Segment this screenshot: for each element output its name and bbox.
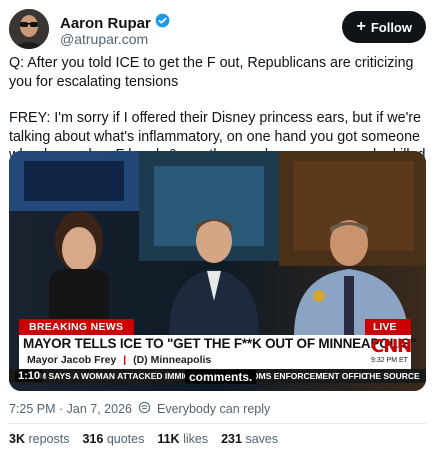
breaking-news-label: BREAKING NEWS [29,321,124,333]
chyron-party: (D) Minneapolis [133,354,212,366]
reposts-label: reposts [28,432,70,446]
follow-button[interactable]: + Follow [342,11,426,43]
post-meta-row: 7:25 PM · Jan 7, 2026 Everybody can repl… [9,401,270,417]
ticker-text: M SAYS A WOMAN ATTACKED IMMIG [39,371,191,381]
plus-icon: + [356,18,366,35]
ticker-source: THE SOURCE [364,371,420,381]
network-time: 9:32 PM ET [371,357,408,364]
saves-count: 231 [221,432,242,446]
author-name-row: Aaron Rupar [60,13,170,33]
headline-text: MAYOR TELLS ICE TO "GET THE F**K OUT OF … [23,336,417,351]
saves-label: saves [245,432,279,446]
reposts-stat[interactable]: 3K reposts [9,432,69,446]
quotes-count: 316 [82,432,104,446]
post-paragraph-1: Q: After you told ICE to get the F out, … [9,55,414,90]
likes-count: 11K [157,432,180,446]
quotes-stat[interactable]: 316 quotes [82,432,144,446]
follow-label: Follow [370,19,412,35]
author-handle[interactable]: @atrupar.com [60,31,148,47]
ticker-right: TOMS ENFORCEMENT OFFIC [247,371,368,381]
video-player[interactable]: BREAKING NEWS LIVE MAYOR TELLS ICE TO "G… [9,151,426,391]
chyron-separator: | [123,354,127,366]
reposts-count: 3K [9,432,25,446]
chyron-name: Mayor Jacob Frey [27,354,117,366]
network-logo: CNN [371,336,412,357]
video-caption: comments. [185,370,257,384]
divider [9,423,426,424]
reply-setting: Everybody can reply [157,402,271,416]
saves-stat[interactable]: 231 saves [221,432,278,446]
likes-stat[interactable]: 11K likes [157,432,208,446]
verified-badge-icon [155,13,170,33]
author-name[interactable]: Aaron Rupar [60,15,151,32]
live-label: LIVE [373,321,397,333]
engagement-stats: 3K reposts 316 quotes 11K likes 231 save… [9,432,278,446]
avatar[interactable] [9,9,49,49]
quotes-label: quotes [106,432,145,446]
post-timestamp[interactable]: 7:25 PM · Jan 7, 2026 [9,402,132,416]
chyron-subtitle: Mayor Jacob Frey | (D) Minneapolis [27,354,211,366]
reply-setting-icon [138,401,151,417]
likes-label: likes [183,432,209,446]
video-timecode: 1:10 [15,370,44,382]
